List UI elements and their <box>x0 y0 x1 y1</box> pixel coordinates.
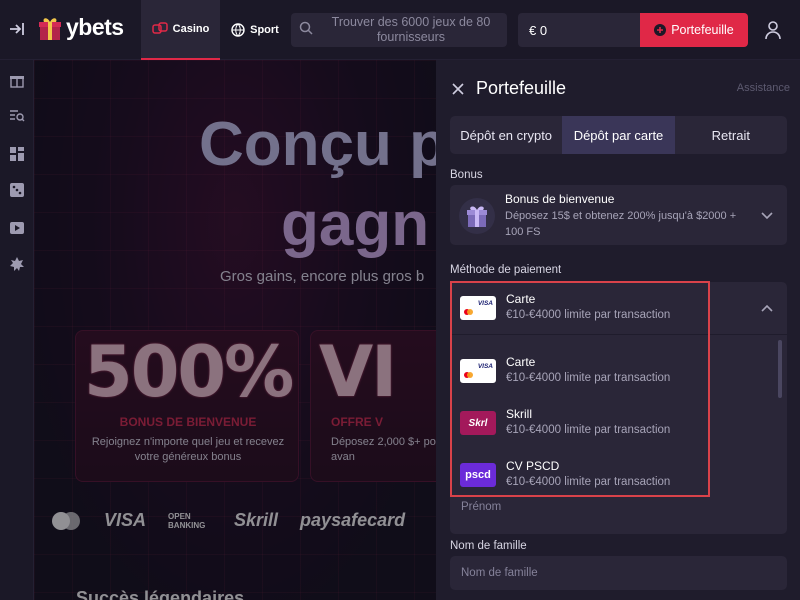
option-limit: €10-€4000 limite par transaction <box>506 476 671 488</box>
top-bar: ybets Casino Sport Trouver des 6000 jeux… <box>0 0 800 60</box>
assistance-link[interactable]: Assistance <box>737 82 790 94</box>
ball-icon <box>231 23 245 37</box>
plus-circle-icon <box>654 24 667 36</box>
selected-method-name: Carte <box>506 292 536 306</box>
option-name: Carte <box>506 355 536 369</box>
payment-option-card[interactable]: VISA Carte €10-€4000 limite par transact… <box>450 345 770 397</box>
option-limit: €10-€4000 limite par transaction <box>506 372 671 384</box>
search-placeholder: Trouver des 6000 jeux de 80 fournisseurs <box>331 15 491 44</box>
search-input[interactable]: Trouver des 6000 jeux de 80 fournisseurs <box>291 13 507 47</box>
star-icon[interactable] <box>9 256 25 272</box>
tab-card-deposit[interactable]: Dépôt par carte <box>562 116 675 154</box>
modal-overlay[interactable] <box>34 60 436 600</box>
last-name-label: Nom de famille <box>450 540 527 552</box>
gift-icon[interactable] <box>9 72 25 88</box>
option-name: CV PSCD <box>506 459 560 473</box>
payment-option-skrill[interactable]: Skrl Skrill €10-€4000 limite par transac… <box>450 397 770 449</box>
divider <box>450 334 787 335</box>
option-name: Skrill <box>506 407 532 421</box>
payment-method-label: Méthode de paiement <box>450 264 562 276</box>
logo-text: ybets <box>66 14 124 40</box>
gift-icon <box>459 198 495 234</box>
wallet-button-label: Portefeuille <box>671 23 734 37</box>
wallet-panel: Portefeuille Assistance Dépôt en crypto … <box>436 60 800 600</box>
dice-icon <box>151 22 168 34</box>
tab-casino-label: Casino <box>172 23 210 35</box>
wallet-button[interactable]: Portefeuille <box>640 13 748 47</box>
left-rail <box>0 60 34 600</box>
tab-withdraw[interactable]: Retrait <box>675 116 787 154</box>
deposit-tabs: Dépôt en crypto Dépôt par carte Retrait <box>450 116 787 154</box>
tab-sport[interactable]: Sport <box>222 0 288 60</box>
option-limit: €10-€4000 limite par transaction <box>506 424 671 436</box>
selected-method-limit: €10-€4000 limite par transaction <box>506 309 671 321</box>
card-logo-icon: VISA <box>460 359 496 383</box>
search-list-icon[interactable] <box>9 108 25 124</box>
dice-icon[interactable] <box>9 182 25 198</box>
bonus-title: Bonus de bienvenue <box>505 192 615 206</box>
card-logo-icon: VISA <box>460 296 496 320</box>
payment-method-select[interactable]: VISA Carte €10-€4000 limite par transact… <box>450 282 787 334</box>
wallet-title: Portefeuille <box>476 78 567 98</box>
first-name-field[interactable]: Prénom <box>450 490 787 524</box>
tab-sport-label: Sport <box>250 24 279 36</box>
last-name-field[interactable]: Nom de famille <box>450 556 787 590</box>
chevron-down-icon <box>761 212 773 220</box>
gift-logo-icon <box>39 17 61 40</box>
close-icon[interactable] <box>452 82 466 96</box>
search-icon <box>291 21 321 40</box>
logo[interactable]: ybets <box>38 14 124 41</box>
tab-crypto-deposit[interactable]: Dépôt en crypto <box>450 116 562 154</box>
bonus-description: Déposez 15$ et obtenez 200% jusqu'à $200… <box>505 210 737 238</box>
user-icon[interactable] <box>764 20 784 40</box>
bonus-label: Bonus <box>450 169 483 181</box>
grid-icon[interactable] <box>9 146 25 162</box>
tab-casino[interactable]: Casino <box>141 0 220 60</box>
collapse-sidebar-icon[interactable] <box>8 20 28 40</box>
pscd-logo-icon: pscd <box>460 463 496 487</box>
bonus-select[interactable]: Bonus de bienvenue Déposez 15$ et obtene… <box>450 185 787 245</box>
skrill-logo-icon: Skrl <box>460 411 496 435</box>
play-icon[interactable] <box>9 220 25 236</box>
balance-display[interactable]: € 0 <box>518 13 640 47</box>
dropdown-scrollbar[interactable] <box>778 340 782 398</box>
hero-section: Conçu p gagn Gros gains, encore plus gro… <box>34 60 436 600</box>
chevron-up-icon <box>761 304 773 312</box>
